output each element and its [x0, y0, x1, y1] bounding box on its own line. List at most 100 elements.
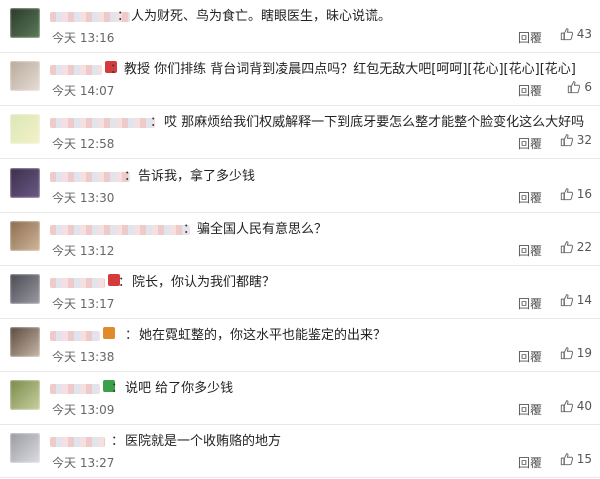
username-blurred[interactable] — [50, 331, 100, 341]
like-count: 6 — [584, 80, 592, 94]
reply-button[interactable]: 回覆 — [518, 189, 542, 206]
comment-time: 今天 13:12 — [52, 244, 115, 258]
avatar-image — [10, 433, 40, 463]
colon-separator: ： — [124, 169, 138, 184]
comment-text: 她在霓虹整的，你这水平也能鉴定的出来？ — [139, 328, 387, 343]
thumbs-up-icon — [560, 294, 573, 307]
avatar-image — [10, 327, 40, 357]
reply-button[interactable]: 回覆 — [518, 348, 542, 365]
thumbs-up-icon — [560, 188, 573, 201]
like-button[interactable]: 6 — [567, 80, 592, 94]
comment-text: 教授 你们排练 背台词背到凌晨四点吗？红包无敌大吧[呵呵][花心][花心][花心… — [124, 62, 576, 77]
reply-button[interactable]: 回覆 — [518, 29, 542, 46]
thumbs-up-icon — [560, 453, 573, 466]
thumbs-up-icon — [560, 28, 573, 41]
thumbs-up-icon — [560, 134, 573, 147]
colon-separator: ： — [125, 328, 139, 343]
comment-time: 今天 13:30 — [52, 191, 115, 205]
avatar-image — [10, 168, 40, 198]
comment-time: 今天 13:17 — [52, 297, 115, 311]
comment-row: ：人为财死、鸟为食亡。瞎眼医生，昧心说谎。今天 13:16 回覆 43 — [0, 0, 600, 53]
comment-row: ：哎 那麻烦给我们权威解释一下到底牙要怎么整才能整个脸变化这么大好吗今天 12:… — [0, 106, 600, 159]
like-button[interactable]: 19 — [560, 346, 592, 360]
comment-time: 今天 13:16 — [52, 31, 115, 45]
like-count: 40 — [576, 399, 592, 413]
like-button[interactable]: 32 — [560, 133, 592, 147]
username-blurred[interactable] — [50, 118, 155, 128]
reply-button[interactable]: 回覆 — [518, 295, 542, 312]
avatar[interactable] — [10, 221, 40, 251]
comment-time: 今天 13:27 — [52, 456, 115, 470]
comment-list: ：人为财死、鸟为食亡。瞎眼医生，昧心说谎。 今天 13:16 回覆 43：教授 你们… — [0, 0, 600, 479]
thumbs-up-icon — [568, 81, 581, 94]
colon-separator: ： — [110, 62, 124, 77]
avatar-image — [10, 114, 40, 144]
like-count: 22 — [576, 240, 592, 254]
colon-separator: ： — [111, 381, 125, 396]
comment-text: 哎 那麻烦给我们权威解释一下到底牙要怎么整才能整个脸变化这么大好吗 — [164, 115, 585, 130]
like-count: 19 — [576, 346, 592, 360]
avatar[interactable] — [10, 8, 40, 38]
reply-button[interactable]: 回覆 — [518, 135, 542, 152]
comment-time: 今天 12:58 — [52, 137, 115, 151]
colon-separator: ： — [117, 9, 131, 24]
username-blurred[interactable] — [50, 278, 105, 288]
comment-row: ：她在霓虹整的，你这水平也能鉴定的出来？ 今天 13:38 回覆 19 — [0, 319, 600, 372]
avatar[interactable] — [10, 114, 40, 144]
comment-row: ：医院就是一个收贿赂的地方 今天 13:27 回覆 15 — [0, 425, 600, 478]
thumbs-up-icon — [560, 347, 573, 360]
like-button[interactable]: 16 — [560, 187, 592, 201]
thumbs-up-icon — [560, 400, 573, 413]
avatar[interactable] — [10, 274, 40, 304]
colon-separator: ： — [183, 222, 197, 237]
comment-row: ：骗全国人民有意思么？ 今天 13:12 回覆 22 — [0, 213, 600, 266]
like-count: 15 — [576, 452, 592, 466]
like-count: 43 — [576, 27, 592, 41]
username-blurred[interactable] — [50, 437, 105, 447]
comment-row: ：告诉我，拿了多少钱今天 13:30 回覆 16 — [0, 160, 600, 213]
comment-text: 骗全国人民有意思么？ — [197, 222, 328, 237]
comment-time: 今天 14:07 — [52, 84, 115, 98]
comment-text: 人为财死、鸟为食亡。瞎眼医生，昧心说谎。 — [131, 9, 392, 24]
username-blurred[interactable] — [50, 172, 130, 182]
reply-button[interactable]: 回覆 — [518, 454, 542, 471]
avatar[interactable] — [10, 433, 40, 463]
avatar[interactable] — [10, 61, 40, 91]
comment-text: 医院就是一个收贿赂的地方 — [125, 434, 282, 449]
username-blurred[interactable] — [50, 225, 190, 235]
like-count: 32 — [576, 133, 592, 147]
like-count: 16 — [576, 187, 592, 201]
username-blurred[interactable] — [50, 384, 100, 394]
colon-separator: ： — [111, 434, 125, 449]
reply-button[interactable]: 回覆 — [518, 401, 542, 418]
user-badge-icon — [103, 327, 115, 339]
avatar[interactable] — [10, 168, 40, 198]
like-button[interactable]: 22 — [560, 240, 592, 254]
avatar-image — [10, 274, 40, 304]
avatar-image — [10, 8, 40, 38]
like-button[interactable]: 15 — [560, 452, 592, 466]
avatar[interactable] — [10, 327, 40, 357]
comment-text: 告诉我，拿了多少钱 — [138, 169, 256, 184]
comment-row: ：教授 你们排练 背台词背到凌晨四点吗？红包无敌大吧[呵呵][花心][花心][花… — [0, 53, 600, 106]
reply-button[interactable]: 回覆 — [518, 242, 542, 259]
comment-row: ：说吧 给了你多少钱 今天 13:09 回覆 40 — [0, 372, 600, 425]
comment-text: 说吧 给了你多少钱 — [125, 381, 234, 396]
comment-row: ：院长，你认为我们都瞎？ 今天 13:17 回覆 14 — [0, 266, 600, 319]
comment-time: 今天 13:38 — [52, 350, 115, 364]
reply-button[interactable]: 回覆 — [518, 82, 542, 99]
colon-separator: ： — [118, 275, 132, 290]
avatar-image — [10, 380, 40, 410]
like-button[interactable]: 40 — [560, 399, 592, 413]
colon-separator: ： — [150, 115, 164, 130]
avatar[interactable] — [10, 380, 40, 410]
like-count: 14 — [576, 293, 592, 307]
thumbs-up-icon — [560, 241, 573, 254]
like-button[interactable]: 14 — [560, 293, 592, 307]
username-blurred[interactable] — [50, 65, 102, 75]
comment-text: 院长，你认为我们都瞎？ — [132, 275, 276, 290]
avatar-image — [10, 61, 40, 91]
like-button[interactable]: 43 — [560, 27, 592, 41]
comment-time: 今天 13:09 — [52, 403, 115, 417]
avatar-image — [10, 221, 40, 251]
